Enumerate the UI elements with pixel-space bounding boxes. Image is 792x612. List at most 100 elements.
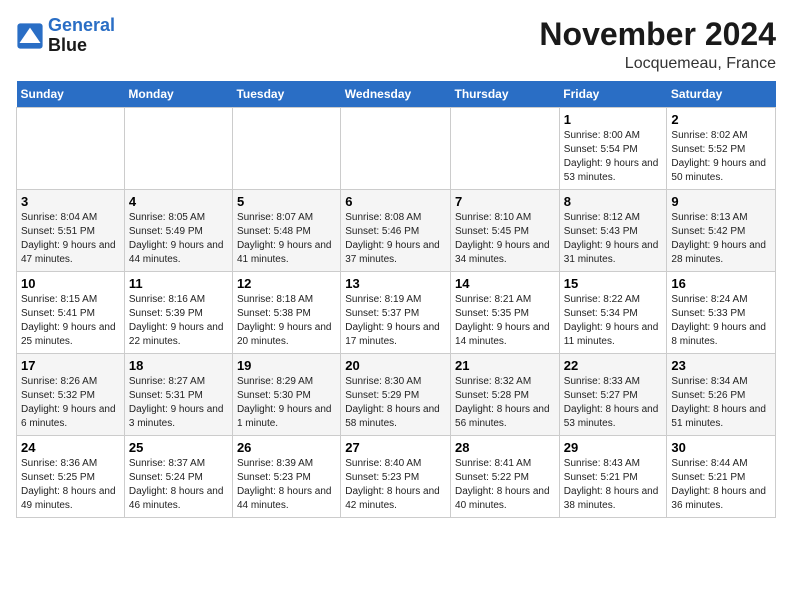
logo-icon bbox=[16, 22, 44, 50]
weekday-header-friday: Friday bbox=[559, 81, 667, 108]
day-number: 17 bbox=[21, 358, 120, 373]
calendar-cell: 8 Sunrise: 8:12 AM Sunset: 5:43 PM Daylig… bbox=[559, 190, 667, 272]
day-info: Sunrise: 8:12 AM Sunset: 5:43 PM Dayligh… bbox=[564, 211, 663, 267]
day-number: 29 bbox=[564, 440, 663, 455]
calendar-cell: 7 Sunrise: 8:10 AM Sunset: 5:45 PM Daylig… bbox=[451, 190, 560, 272]
calendar-cell: 12 Sunrise: 8:18 AM Sunset: 5:38 PM Dayli… bbox=[232, 272, 340, 354]
calendar-cell: 25Sunrise: 8:37 AM Sunset: 5:24 PM Dayli… bbox=[124, 436, 232, 518]
day-info: Sunrise: 8:33 AM Sunset: 5:27 PM Dayligh… bbox=[564, 375, 663, 431]
calendar-cell: 3 Sunrise: 8:04 AM Sunset: 5:51 PM Daylig… bbox=[17, 190, 125, 272]
day-number: 5 bbox=[237, 194, 336, 209]
day-number: 9 bbox=[671, 194, 771, 209]
day-number: 6 bbox=[345, 194, 446, 209]
calendar-cell bbox=[124, 108, 232, 190]
calendar-cell: 5 Sunrise: 8:07 AM Sunset: 5:48 PM Daylig… bbox=[232, 190, 340, 272]
day-info: Sunrise: 8:13 AM Sunset: 5:42 PM Dayligh… bbox=[671, 211, 771, 267]
day-info: Sunrise: 8:29 AM Sunset: 5:30 PM Dayligh… bbox=[237, 375, 336, 431]
calendar-cell: 29 Sunrise: 8:43 AM Sunset: 5:21 PM Dayli… bbox=[559, 436, 667, 518]
logo-general: General bbox=[48, 15, 115, 35]
day-info: Sunrise: 8:08 AM Sunset: 5:46 PM Dayligh… bbox=[345, 211, 446, 267]
day-number: 16 bbox=[671, 276, 771, 291]
calendar-cell: 9 Sunrise: 8:13 AM Sunset: 5:42 PM Daylig… bbox=[667, 190, 776, 272]
calendar-cell: 4Sunrise: 8:05 AM Sunset: 5:49 PM Daylig… bbox=[124, 190, 232, 272]
calendar-cell: 1 Sunrise: 8:00 AM Sunset: 5:54 PM Daylig… bbox=[559, 108, 667, 190]
day-info: Sunrise: 8:18 AM Sunset: 5:38 PM Dayligh… bbox=[237, 293, 336, 349]
calendar-cell bbox=[451, 108, 560, 190]
calendar-cell: 22 Sunrise: 8:33 AM Sunset: 5:27 PM Dayli… bbox=[559, 354, 667, 436]
calendar-cell: 2 Sunrise: 8:02 AM Sunset: 5:52 PM Daylig… bbox=[667, 108, 776, 190]
calendar-week-row: 24Sunrise: 8:36 AM Sunset: 5:25 PM Dayli… bbox=[17, 436, 776, 518]
day-info: Sunrise: 8:32 AM Sunset: 5:28 PM Dayligh… bbox=[455, 375, 555, 431]
day-info: Sunrise: 8:10 AM Sunset: 5:45 PM Dayligh… bbox=[455, 211, 555, 267]
day-info: Sunrise: 8:36 AM Sunset: 5:25 PM Dayligh… bbox=[21, 457, 120, 513]
calendar-cell: 20 Sunrise: 8:30 AM Sunset: 5:29 PM Dayli… bbox=[341, 354, 451, 436]
day-info: Sunrise: 8:30 AM Sunset: 5:29 PM Dayligh… bbox=[345, 375, 446, 431]
day-info: Sunrise: 8:34 AM Sunset: 5:26 PM Dayligh… bbox=[671, 375, 771, 431]
day-number: 18 bbox=[129, 358, 228, 373]
calendar-cell: 19 Sunrise: 8:29 AM Sunset: 5:30 PM Dayli… bbox=[232, 354, 340, 436]
calendar-cell: 15Sunrise: 8:22 AM Sunset: 5:34 PM Dayli… bbox=[559, 272, 667, 354]
page-header: General Blue November 2024 Locquemeau, F… bbox=[16, 16, 776, 73]
calendar-cell: 26 Sunrise: 8:39 AM Sunset: 5:23 PM Dayli… bbox=[232, 436, 340, 518]
day-info: Sunrise: 8:00 AM Sunset: 5:54 PM Dayligh… bbox=[564, 129, 663, 185]
day-number: 7 bbox=[455, 194, 555, 209]
day-number: 13 bbox=[345, 276, 446, 291]
location-title: Locquemeau, France bbox=[539, 55, 776, 73]
calendar-week-row: 1 Sunrise: 8:00 AM Sunset: 5:54 PM Daylig… bbox=[17, 108, 776, 190]
calendar-cell: 13Sunrise: 8:19 AM Sunset: 5:37 PM Dayli… bbox=[341, 272, 451, 354]
calendar-table: SundayMondayTuesdayWednesdayThursdayFrid… bbox=[16, 81, 776, 518]
day-number: 27 bbox=[345, 440, 446, 455]
day-number: 21 bbox=[455, 358, 555, 373]
weekday-header-thursday: Thursday bbox=[451, 81, 560, 108]
day-info: Sunrise: 8:39 AM Sunset: 5:23 PM Dayligh… bbox=[237, 457, 336, 513]
day-number: 30 bbox=[671, 440, 771, 455]
day-number: 10 bbox=[21, 276, 120, 291]
weekday-header-monday: Monday bbox=[124, 81, 232, 108]
logo-text: General Blue bbox=[48, 16, 115, 56]
day-number: 1 bbox=[564, 112, 663, 127]
day-number: 19 bbox=[237, 358, 336, 373]
day-number: 23 bbox=[671, 358, 771, 373]
day-number: 2 bbox=[671, 112, 771, 127]
calendar-cell: 30Sunrise: 8:44 AM Sunset: 5:21 PM Dayli… bbox=[667, 436, 776, 518]
day-info: Sunrise: 8:16 AM Sunset: 5:39 PM Dayligh… bbox=[129, 293, 228, 349]
day-number: 28 bbox=[455, 440, 555, 455]
calendar-cell: 14 Sunrise: 8:21 AM Sunset: 5:35 PM Dayli… bbox=[451, 272, 560, 354]
day-number: 14 bbox=[455, 276, 555, 291]
calendar-cell: 17 Sunrise: 8:26 AM Sunset: 5:32 PM Dayli… bbox=[17, 354, 125, 436]
calendar-cell bbox=[232, 108, 340, 190]
weekday-header-saturday: Saturday bbox=[667, 81, 776, 108]
calendar-cell: 23 Sunrise: 8:34 AM Sunset: 5:26 PM Dayli… bbox=[667, 354, 776, 436]
day-number: 11 bbox=[129, 276, 228, 291]
calendar-cell: 10 Sunrise: 8:15 AM Sunset: 5:41 PM Dayli… bbox=[17, 272, 125, 354]
calendar-cell bbox=[17, 108, 125, 190]
day-info: Sunrise: 8:07 AM Sunset: 5:48 PM Dayligh… bbox=[237, 211, 336, 267]
title-block: November 2024 Locquemeau, France bbox=[539, 16, 776, 73]
day-number: 20 bbox=[345, 358, 446, 373]
calendar-cell: 18Sunrise: 8:27 AM Sunset: 5:31 PM Dayli… bbox=[124, 354, 232, 436]
calendar-cell bbox=[341, 108, 451, 190]
calendar-cell: 28Sunrise: 8:41 AM Sunset: 5:22 PM Dayli… bbox=[451, 436, 560, 518]
day-number: 26 bbox=[237, 440, 336, 455]
calendar-cell: 27 Sunrise: 8:40 AM Sunset: 5:23 PM Dayli… bbox=[341, 436, 451, 518]
logo-blue: Blue bbox=[48, 36, 115, 56]
day-info: Sunrise: 8:26 AM Sunset: 5:32 PM Dayligh… bbox=[21, 375, 120, 431]
day-info: Sunrise: 8:15 AM Sunset: 5:41 PM Dayligh… bbox=[21, 293, 120, 349]
day-info: Sunrise: 8:37 AM Sunset: 5:24 PM Dayligh… bbox=[129, 457, 228, 513]
calendar-week-row: 10 Sunrise: 8:15 AM Sunset: 5:41 PM Dayli… bbox=[17, 272, 776, 354]
day-info: Sunrise: 8:40 AM Sunset: 5:23 PM Dayligh… bbox=[345, 457, 446, 513]
day-number: 3 bbox=[21, 194, 120, 209]
day-number: 4 bbox=[129, 194, 228, 209]
day-info: Sunrise: 8:43 AM Sunset: 5:21 PM Dayligh… bbox=[564, 457, 663, 513]
calendar-cell: 6 Sunrise: 8:08 AM Sunset: 5:46 PM Daylig… bbox=[341, 190, 451, 272]
day-info: Sunrise: 8:02 AM Sunset: 5:52 PM Dayligh… bbox=[671, 129, 771, 185]
calendar-week-row: 3 Sunrise: 8:04 AM Sunset: 5:51 PM Daylig… bbox=[17, 190, 776, 272]
day-info: Sunrise: 8:22 AM Sunset: 5:34 PM Dayligh… bbox=[564, 293, 663, 349]
day-number: 12 bbox=[237, 276, 336, 291]
day-info: Sunrise: 8:21 AM Sunset: 5:35 PM Dayligh… bbox=[455, 293, 555, 349]
day-info: Sunrise: 8:24 AM Sunset: 5:33 PM Dayligh… bbox=[671, 293, 771, 349]
day-info: Sunrise: 8:04 AM Sunset: 5:51 PM Dayligh… bbox=[21, 211, 120, 267]
day-number: 8 bbox=[564, 194, 663, 209]
day-number: 22 bbox=[564, 358, 663, 373]
weekday-header-sunday: Sunday bbox=[17, 81, 125, 108]
